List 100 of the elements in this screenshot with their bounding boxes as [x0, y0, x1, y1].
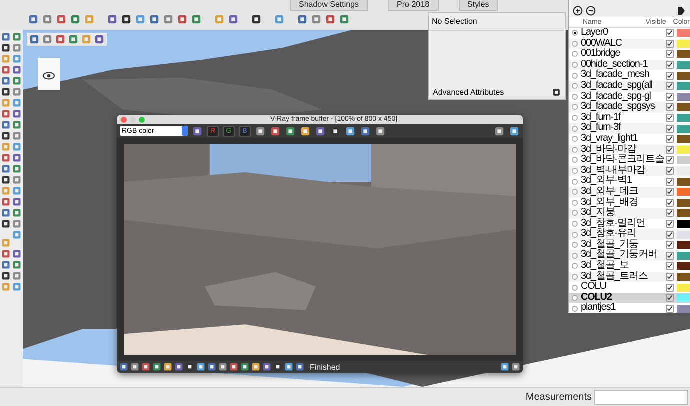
toolbar-icon[interactable] — [285, 126, 296, 136]
toolbar-icon[interactable] — [192, 126, 203, 136]
radio-button[interactable] — [572, 94, 578, 100]
color-swatch[interactable] — [677, 304, 690, 313]
color-swatch[interactable] — [677, 178, 690, 186]
color-swatch[interactable] — [677, 29, 690, 38]
visible-checkbox[interactable] — [666, 241, 674, 250]
visible-checkbox[interactable] — [666, 82, 674, 90]
visible-checkbox[interactable] — [666, 284, 674, 292]
visible-checkbox[interactable] — [666, 167, 674, 176]
layer-row[interactable]: 3d_철골_기둥커버 — [569, 250, 690, 262]
color-swatch[interactable] — [677, 294, 690, 302]
layer-row[interactable]: 3d_facade_spgsys — [569, 102, 690, 113]
radio-button[interactable] — [572, 232, 578, 238]
layer-row[interactable]: 3d_철골_트러스 — [569, 272, 690, 282]
toolbar-icon[interactable] — [330, 126, 341, 136]
layer-row[interactable]: 3d_furn-1f — [569, 112, 690, 124]
radio-button[interactable] — [572, 284, 578, 291]
radio-button[interactable] — [572, 295, 578, 302]
toolbar-icon[interactable] — [345, 126, 356, 136]
visible-checkbox[interactable] — [666, 40, 674, 48]
toolbar-icon[interactable] — [375, 126, 386, 136]
panel-tab[interactable]: Styles — [458, 0, 498, 11]
toolbar-icon[interactable] — [270, 126, 281, 136]
color-swatch[interactable] — [677, 241, 690, 250]
visible-checkbox[interactable] — [666, 230, 674, 239]
add-layer-icon[interactable] — [573, 6, 583, 16]
toolbar-icon[interactable] — [228, 14, 239, 25]
color-swatch[interactable] — [677, 198, 690, 207]
color-swatch[interactable] — [677, 114, 690, 122]
color-swatch[interactable] — [677, 262, 690, 270]
color-swatch[interactable] — [677, 230, 690, 239]
radio-button[interactable] — [572, 72, 578, 79]
color-swatch[interactable] — [677, 220, 690, 228]
color-swatch[interactable] — [677, 103, 690, 112]
toolbar-icon[interactable] — [360, 126, 371, 136]
toolbar-icon[interactable] — [315, 126, 326, 136]
measurements-field[interactable] — [594, 390, 688, 404]
color-swatch[interactable] — [677, 272, 690, 281]
radio-button[interactable] — [572, 274, 578, 280]
visible-checkbox[interactable] — [666, 50, 674, 58]
radio-button[interactable] — [572, 220, 578, 227]
layer-row[interactable]: COLU2 — [569, 292, 690, 304]
visible-checkbox[interactable] — [666, 61, 674, 70]
color-swatch[interactable] — [677, 72, 690, 80]
layer-row[interactable]: 3d_외부_데크 — [569, 186, 690, 198]
visible-checkbox[interactable] — [666, 262, 674, 270]
color-swatch[interactable] — [677, 156, 690, 164]
radio-button[interactable] — [572, 146, 578, 153]
color-swatch[interactable] — [677, 92, 690, 101]
color-swatch[interactable] — [677, 82, 690, 90]
visible-checkbox[interactable] — [666, 103, 674, 112]
radio-button[interactable] — [572, 126, 578, 132]
radio-button[interactable] — [572, 210, 578, 216]
color-swatch[interactable] — [677, 252, 690, 260]
color-swatch[interactable] — [677, 135, 690, 144]
visible-checkbox[interactable] — [666, 72, 674, 80]
toolbar-icon[interactable] — [300, 126, 311, 136]
visible-checkbox[interactable] — [666, 29, 674, 38]
radio-button[interactable] — [572, 62, 578, 68]
visible-checkbox[interactable] — [666, 188, 674, 196]
color-swatch[interactable] — [677, 209, 690, 218]
color-swatch[interactable] — [677, 40, 690, 48]
radio-button[interactable] — [572, 157, 578, 164]
panel-tab[interactable]: Pro 2018 — [388, 0, 439, 11]
layer-row[interactable]: 3d_vray_light1 — [569, 134, 690, 145]
visible-checkbox[interactable] — [666, 294, 674, 302]
layer-row[interactable]: COLU — [569, 282, 690, 293]
radio-button[interactable] — [572, 306, 578, 312]
color-swatch[interactable] — [677, 61, 690, 70]
radio-button[interactable] — [572, 200, 578, 206]
layer-row[interactable]: 3d_벽-내부마감 — [569, 166, 690, 176]
layer-row[interactable]: 001bridge — [569, 49, 690, 60]
layer-row[interactable]: 3d_철골_기둥 — [569, 240, 690, 250]
layer-row[interactable]: plantjes1 — [569, 303, 690, 314]
layer-row[interactable]: 3d_창호-유리 — [569, 229, 690, 240]
radio-button[interactable] — [572, 40, 578, 47]
toolbar-icon[interactable] — [251, 14, 262, 25]
radio-button[interactable] — [572, 263, 578, 270]
radio-button[interactable] — [572, 178, 578, 185]
color-swatch[interactable] — [677, 284, 690, 292]
toolbar-icon[interactable] — [121, 14, 132, 25]
visible-checkbox[interactable] — [666, 304, 674, 313]
visible-checkbox[interactable] — [666, 124, 674, 133]
visible-checkbox[interactable] — [666, 178, 674, 186]
visible-checkbox[interactable] — [666, 252, 674, 260]
radio-button[interactable] — [572, 252, 578, 259]
radio-button[interactable] — [572, 30, 578, 36]
toolbar-icon[interactable] — [509, 126, 520, 136]
color-swatch[interactable] — [677, 188, 690, 196]
visible-checkbox[interactable] — [666, 156, 674, 164]
toolbar-icon[interactable] — [107, 14, 118, 25]
visible-checkbox[interactable] — [666, 114, 674, 122]
radio-button[interactable] — [572, 136, 578, 142]
visible-checkbox[interactable] — [666, 135, 674, 144]
visible-checkbox[interactable] — [666, 92, 674, 101]
radio-button[interactable] — [572, 51, 578, 58]
toolbar-icon[interactable] — [255, 126, 266, 136]
layer-row[interactable]: 00hide_section-1 — [569, 60, 690, 70]
layer-row[interactable]: 3d_facade_spg-gl — [569, 92, 690, 102]
